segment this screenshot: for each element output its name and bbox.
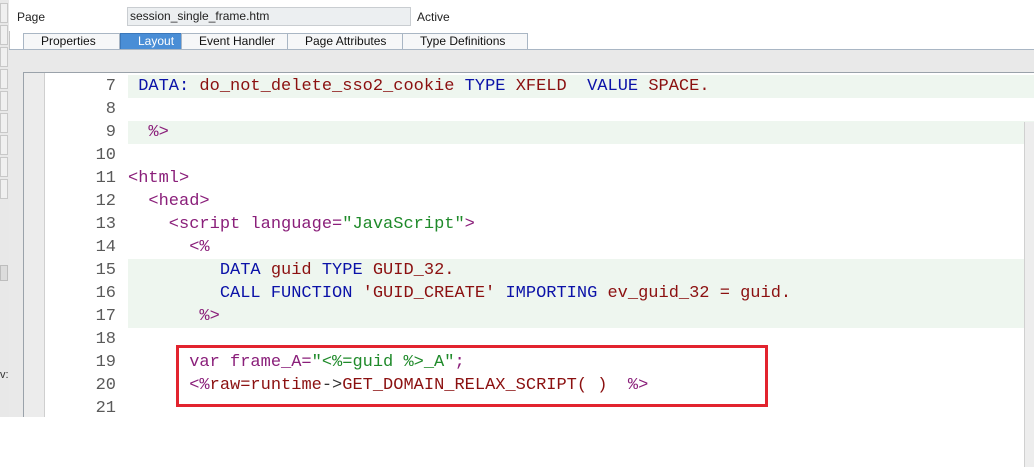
- code-text: var frame_A="<%=guid %>_A";: [128, 351, 465, 374]
- line-number: 18: [95, 330, 116, 349]
- code-token: %>: [128, 307, 220, 326]
- line-number: 14: [95, 238, 116, 257]
- line-number: 10: [95, 146, 116, 165]
- code-token: DATA: [128, 261, 271, 280]
- editor-frame: 7 DATA: do_not_delete_sso2_cookie TYPE X…: [9, 50, 1034, 467]
- vertical-scrollbar[interactable]: [1024, 122, 1034, 467]
- side-button[interactable]: [0, 179, 8, 199]
- code-token: ev_guid_32 = guid.: [607, 284, 792, 303]
- code-line[interactable]: 9 %>: [24, 121, 1034, 144]
- side-button[interactable]: [0, 25, 8, 45]
- code-line[interactable]: 21: [24, 397, 1034, 417]
- code-token: SPACE.: [648, 77, 710, 96]
- code-line[interactable]: 13 <script language="JavaScript">: [24, 213, 1034, 236]
- line-number: 16: [95, 284, 116, 303]
- code-token: TYPE: [454, 77, 516, 96]
- code-token: %>: [627, 376, 649, 395]
- code-line[interactable]: 16 CALL FUNCTION 'GUID_CREATE' IMPORTING…: [24, 282, 1034, 305]
- side-button[interactable]: [0, 91, 8, 111]
- side-button[interactable]: [0, 157, 8, 177]
- line-number: 20: [95, 376, 116, 395]
- tab-type-definitions[interactable]: Type Definitions: [402, 33, 528, 49]
- line-number: 8: [105, 100, 116, 119]
- code-token: >: [464, 215, 475, 234]
- code-line[interactable]: 17 %>: [24, 305, 1034, 328]
- code-text: <%raw=runtime->GET_DOMAIN_RELAX_SCRIPT( …: [128, 374, 648, 397]
- code-token: IMPORTING: [495, 284, 608, 303]
- code-token: "<%=guid %>_A": [311, 353, 455, 372]
- code-token: guid: [270, 261, 312, 280]
- code-line[interactable]: 14 <%: [24, 236, 1034, 259]
- line-number: 13: [95, 215, 116, 234]
- code-text: DATA guid TYPE GUID_32.: [128, 259, 455, 282]
- code-text: CALL FUNCTION 'GUID_CREATE' IMPORTING ev…: [128, 282, 791, 305]
- code-text: <head>: [128, 190, 210, 213]
- code-token: ->: [321, 376, 343, 395]
- code-token: <html>: [128, 169, 190, 188]
- truncated-text: v:: [0, 369, 9, 381]
- page-name-field[interactable]: session_single_frame.htm: [127, 7, 411, 26]
- side-button[interactable]: [0, 3, 8, 23]
- code-token: <head>: [128, 192, 210, 211]
- page-header: Page session_single_frame.htm Active: [9, 0, 1034, 31]
- code-line[interactable]: 15 DATA guid TYPE GUID_32.: [24, 259, 1034, 282]
- code-text: <html>: [128, 167, 189, 190]
- side-button[interactable]: [0, 69, 8, 89]
- tab-properties[interactable]: Properties: [23, 33, 120, 49]
- code-text: <%: [128, 236, 210, 259]
- code-token: "JavaScript": [342, 215, 465, 234]
- code-line[interactable]: 18: [24, 328, 1034, 351]
- code-editor[interactable]: 7 DATA: do_not_delete_sso2_cookie TYPE X…: [23, 72, 1034, 417]
- code-token: CALL FUNCTION: [128, 284, 363, 303]
- status-text: Active: [417, 10, 450, 24]
- code-token: GUID_32.: [372, 261, 455, 280]
- code-token: <%: [128, 376, 210, 395]
- code-token: var frame_A=: [128, 353, 312, 372]
- code-token: do_not_delete_sso2_cookie: [199, 77, 455, 96]
- tab-event-handler[interactable]: Event Handler: [181, 33, 296, 49]
- scroll-marker[interactable]: [0, 265, 8, 281]
- line-number: 12: [95, 192, 116, 211]
- line-number: 9: [105, 123, 116, 142]
- side-button[interactable]: [0, 113, 8, 133]
- code-token: GET_DOMAIN_RELAX_SCRIPT( ): [342, 376, 628, 395]
- tab-layout[interactable]: Layout: [120, 33, 190, 49]
- code-token: %>: [128, 123, 169, 142]
- code-line[interactable]: 19 var frame_A="<%=guid %>_A";: [24, 351, 1034, 374]
- page-label: Page: [17, 10, 46, 24]
- code-text: <script language="JavaScript">: [128, 213, 475, 236]
- code-line[interactable]: 11 <html>: [24, 167, 1034, 190]
- line-number: 17: [95, 307, 116, 326]
- side-button[interactable]: [0, 47, 8, 67]
- line-number: 15: [95, 261, 116, 280]
- code-token: XFELD: [515, 77, 567, 96]
- line-number: 19: [95, 353, 116, 372]
- tab-strip: Properties Layout Event Handler Page Att…: [9, 31, 1034, 50]
- code-token: TYPE: [311, 261, 373, 280]
- code-text: %>: [128, 121, 169, 144]
- code-token: <%: [128, 238, 210, 257]
- code-text: %>: [128, 305, 220, 328]
- code-line[interactable]: 8: [24, 98, 1034, 121]
- code-token: ;: [454, 353, 465, 372]
- code-token: VALUE: [566, 77, 649, 96]
- code-token: 'GUID_CREATE': [362, 284, 496, 303]
- line-number: 7: [105, 77, 116, 96]
- code-token: <script language=: [128, 215, 343, 234]
- code-line[interactable]: 12 <head>: [24, 190, 1034, 213]
- line-number: 21: [95, 399, 116, 417]
- code-line[interactable]: 10: [24, 144, 1034, 167]
- code-token: raw=runtime: [209, 376, 322, 395]
- line-highlight: [128, 121, 1034, 144]
- side-button[interactable]: [0, 135, 8, 155]
- tab-page-attributes[interactable]: Page Attributes: [287, 33, 411, 49]
- code-line[interactable]: 20 <%raw=runtime->GET_DOMAIN_RELAX_SCRIP…: [24, 374, 1034, 397]
- line-number: 11: [95, 169, 116, 188]
- line-highlight: [128, 305, 1034, 328]
- code-text: DATA: do_not_delete_sso2_cookie TYPE XFE…: [128, 75, 710, 98]
- code-line[interactable]: 7 DATA: do_not_delete_sso2_cookie TYPE X…: [24, 75, 1034, 98]
- code-token: DATA:: [128, 77, 200, 96]
